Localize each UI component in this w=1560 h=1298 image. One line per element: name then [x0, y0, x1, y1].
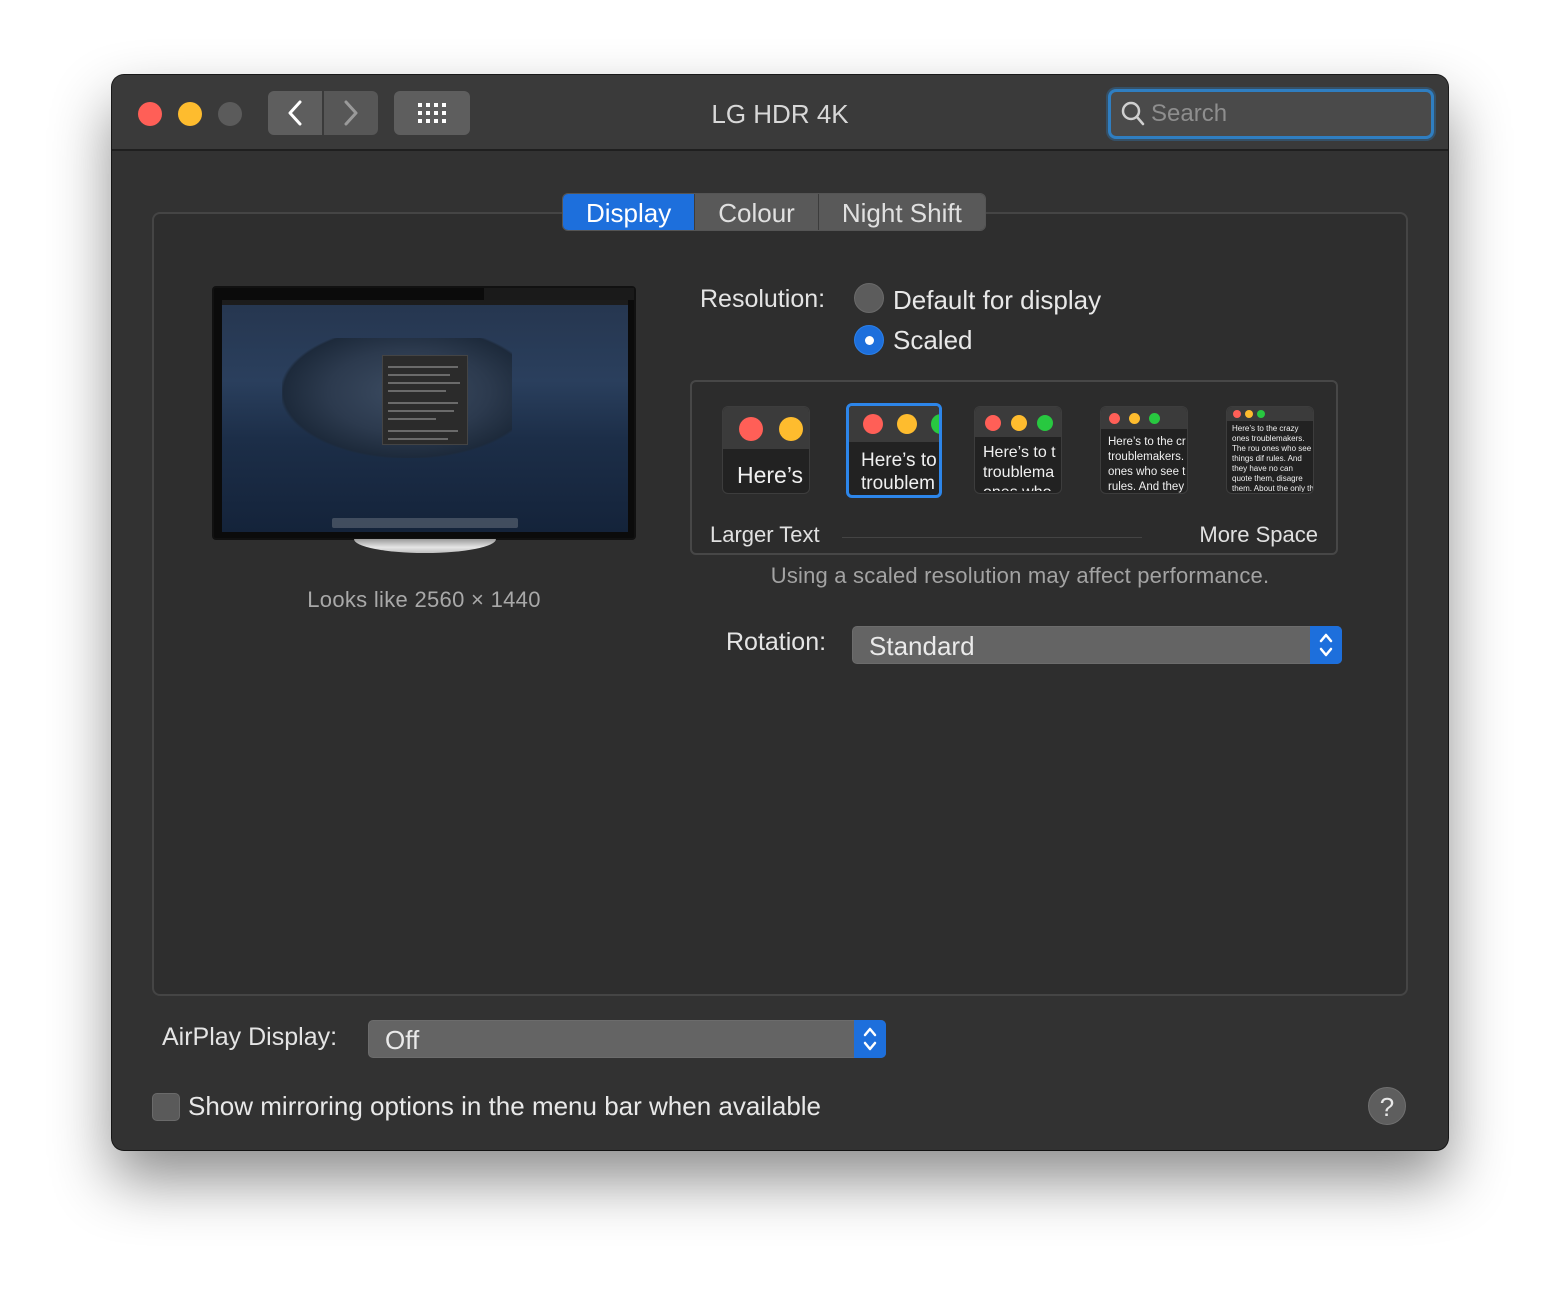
preferences-window: LG HDR 4K Display Colour Night Shift — [112, 75, 1448, 1150]
tab-bar: Display Colour Night Shift — [562, 193, 986, 231]
airplay-display-popup[interactable]: Off — [368, 1020, 886, 1058]
airplay-stepper[interactable] — [854, 1020, 886, 1058]
scale-option-2-text: Here’s to troublem — [861, 450, 937, 494]
scale-option-3-text: Here’s to t troublema ones who — [983, 444, 1056, 491]
tab-display[interactable]: Display — [563, 194, 696, 230]
scale-option-2[interactable]: Here’s to troublem — [846, 403, 942, 498]
help-button[interactable]: ? — [1368, 1087, 1406, 1125]
show-mirroring-checkbox[interactable] — [152, 1093, 180, 1121]
preview-menubar — [222, 300, 628, 305]
radio-scaled-label[interactable]: Scaled — [893, 325, 973, 356]
looks-like-resolution: Looks like 2560 × 1440 — [307, 587, 541, 612]
scale-option-4-text: Here’s to the cr troublemakers. ones who… — [1108, 436, 1186, 493]
tab-colour[interactable]: Colour — [695, 194, 819, 230]
airplay-display-label: AirPlay Display: — [162, 1023, 338, 1051]
desktop-preview — [222, 300, 628, 532]
rotation-label: Rotation: — [726, 628, 827, 656]
performance-note: Using a scaled resolution may affect per… — [770, 563, 1270, 588]
scale-track — [842, 537, 1142, 538]
search-input[interactable] — [1151, 100, 1411, 128]
search-icon — [1121, 101, 1145, 126]
scale-option-5[interactable]: Here’s to the crazy ones troublemakers. … — [1226, 406, 1314, 494]
larger-text-label: Larger Text — [710, 522, 820, 547]
scale-options-box: Here’s Here’s to troublem Here’s to t tr… — [690, 380, 1338, 555]
airplay-display-value: Off — [385, 1025, 420, 1055]
tab-night-shift[interactable]: Night Shift — [818, 194, 985, 230]
preview-bezel-top — [484, 288, 634, 300]
up-down-chevron-icon — [1319, 633, 1333, 657]
radio-default-for-display[interactable] — [854, 283, 884, 313]
display-preview — [212, 286, 636, 540]
radio-scaled[interactable] — [854, 325, 884, 355]
scale-option-3[interactable]: Here’s to t troublema ones who — [974, 406, 1062, 494]
more-space-label: More Space — [1199, 522, 1318, 547]
scale-option-4[interactable]: Here’s to the cr troublemakers. ones who… — [1100, 406, 1188, 494]
preview-window — [382, 355, 468, 445]
rotation-stepper[interactable] — [1310, 626, 1342, 664]
titlebar: LG HDR 4K — [112, 75, 1448, 151]
up-down-chevron-icon — [863, 1027, 877, 1051]
rotation-popup[interactable]: Standard — [852, 626, 1342, 664]
scale-option-1-text: Here’s — [737, 462, 804, 488]
rotation-value: Standard — [869, 631, 975, 661]
radio-default-label[interactable]: Default for display — [893, 285, 1101, 316]
resolution-label: Resolution: — [700, 285, 826, 313]
scale-option-1[interactable]: Here’s — [722, 406, 810, 494]
scale-option-5-text: Here’s to the crazy ones troublemakers. … — [1232, 424, 1314, 492]
preview-dock — [332, 518, 518, 528]
show-mirroring-label[interactable]: Show mirroring options in the menu bar w… — [188, 1091, 821, 1122]
search-field[interactable] — [1108, 89, 1434, 139]
